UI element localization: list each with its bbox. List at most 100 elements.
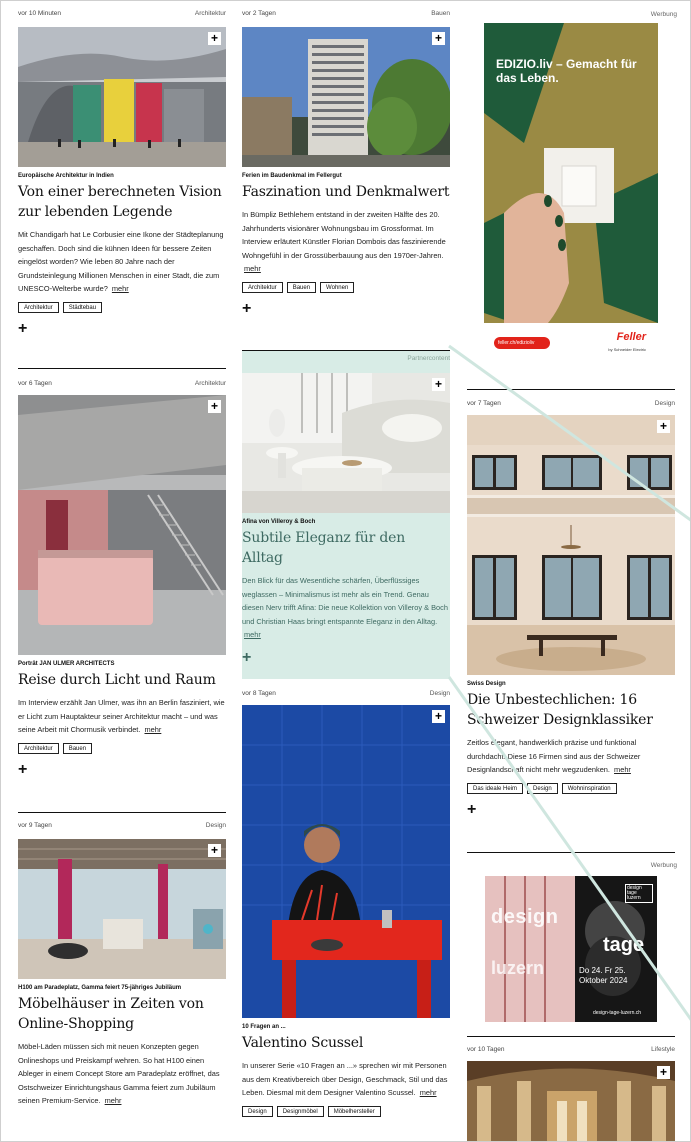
- article-card[interactable]: vor 8 Tagen Design + 10 Fragen an ... Va…: [242, 689, 450, 1117]
- portrait-designer-image: [242, 705, 450, 1018]
- article-category[interactable]: Architektur: [195, 379, 226, 389]
- article-category[interactable]: Lifestyle: [651, 1045, 675, 1055]
- article-image[interactable]: +: [467, 1061, 675, 1141]
- more-link[interactable]: mehr: [144, 725, 161, 734]
- design-word: design: [491, 906, 559, 928]
- article-image[interactable]: +: [467, 415, 675, 675]
- plus-icon[interactable]: +: [242, 649, 450, 666]
- more-link[interactable]: mehr: [244, 630, 261, 639]
- ad-label: Werbung: [650, 862, 677, 869]
- article-title[interactable]: Faszination und Denkmalwert: [242, 182, 450, 202]
- article-time: vor 2 Tagen: [242, 10, 276, 17]
- bookmark-plus-button[interactable]: +: [208, 32, 221, 45]
- bookmark-plus-button[interactable]: +: [657, 420, 670, 433]
- tag[interactable]: Architektur: [18, 742, 59, 754]
- article-kicker: 10 Fragen an ...: [242, 1024, 286, 1030]
- tag-list: Architektur Städtebau: [18, 301, 226, 313]
- design-dates: Do 24. Fr 25. Oktober 2024: [579, 966, 628, 985]
- tag[interactable]: Bauen: [62, 742, 93, 754]
- tag[interactable]: Städtebau: [62, 301, 103, 313]
- article-image[interactable]: +: [242, 27, 450, 167]
- article-title[interactable]: Von einer berechneten Vision zur lebende…: [18, 182, 226, 222]
- article-time: vor 9 Tagen: [18, 822, 52, 829]
- bookmark-plus-button[interactable]: +: [432, 32, 445, 45]
- tag[interactable]: Design: [527, 782, 558, 794]
- tag[interactable]: Architektur: [242, 281, 283, 293]
- article-image[interactable]: +: [18, 27, 226, 167]
- article-kicker: H100 am Paradeplatz, Gamma feiert 75-jäh…: [18, 985, 182, 991]
- tag[interactable]: Designmöbel: [276, 1105, 324, 1117]
- feller-sub: by Schneider Electric: [608, 347, 646, 352]
- teaser-text: Den Blick für das Wesentliche schärfen, …: [242, 576, 448, 626]
- bookmark-plus-button[interactable]: +: [432, 378, 445, 391]
- article-card[interactable]: vor 9 Tagen Design + H100 am Paradeplatz…: [18, 821, 226, 1108]
- plus-icon[interactable]: +: [18, 320, 226, 337]
- divider: [467, 389, 675, 390]
- highrise-building-image: [242, 27, 450, 167]
- article-category[interactable]: Design: [430, 689, 450, 699]
- bookmark-plus-button[interactable]: +: [208, 844, 221, 857]
- plus-icon[interactable]: +: [242, 300, 450, 317]
- divider: [18, 812, 226, 813]
- article-title[interactable]: Subtile Eleganz für den Alltag: [242, 528, 450, 568]
- more-link[interactable]: mehr: [105, 1096, 122, 1105]
- article-title[interactable]: Valentino Scussel: [242, 1033, 450, 1053]
- article-card[interactable]: vor 6 Tagen Architektur + Porträt JAN UL…: [18, 379, 226, 778]
- villa-interior-image: [467, 415, 675, 675]
- designtage-advertisement[interactable]: design tage luzern Do 24. Fr 25. Oktober…: [485, 876, 657, 1022]
- divider: [467, 1036, 675, 1037]
- partner-label: Partnercontent: [407, 355, 450, 362]
- tag[interactable]: Möbelhersteller: [327, 1105, 381, 1117]
- plus-icon[interactable]: +: [18, 761, 226, 778]
- more-link[interactable]: mehr: [244, 264, 261, 273]
- article-image[interactable]: +: [242, 373, 450, 513]
- article-teaser: In unserer Serie «10 Fragen an ...» spre…: [242, 1059, 450, 1100]
- more-link[interactable]: mehr: [420, 1088, 437, 1097]
- feller-url[interactable]: feller.ch/edizioliv: [498, 340, 534, 346]
- article-card[interactable]: vor 7 Tagen Design + Swiss Design Die Un…: [467, 399, 675, 818]
- tag[interactable]: Bauen: [286, 281, 317, 293]
- article-teaser: Im Interview erzählt Jan Ulmer, was ihn …: [18, 696, 226, 737]
- article-category[interactable]: Bauen: [431, 9, 450, 19]
- article-image[interactable]: +: [18, 395, 226, 655]
- article-title[interactable]: Möbelhäuser in Zeiten von Online-Shoppin…: [18, 994, 226, 1034]
- article-image[interactable]: +: [18, 839, 226, 979]
- article-image[interactable]: +: [242, 705, 450, 1018]
- bookmark-plus-button[interactable]: +: [657, 1066, 670, 1079]
- article-card[interactable]: vor 10 Minuten Architektur + Europäische…: [18, 9, 226, 337]
- tag[interactable]: Design: [242, 1105, 273, 1117]
- tag[interactable]: Architektur: [18, 301, 59, 313]
- bookmark-plus-button[interactable]: +: [432, 710, 445, 723]
- tag[interactable]: Das ideale Heim: [467, 782, 524, 794]
- more-link[interactable]: mehr: [614, 765, 631, 774]
- tag[interactable]: Wohnen: [320, 281, 355, 293]
- article-teaser: Möbel-Läden müssen sich mit neuen Konzep…: [18, 1040, 226, 1108]
- designtage-logo: design tage luzern: [625, 884, 653, 903]
- partner-content-card[interactable]: Partnercontent + Afina von Villeroy & Bo…: [242, 350, 450, 679]
- divider: [18, 368, 226, 369]
- feller-logo: Feller: [616, 331, 646, 343]
- article-card[interactable]: vor 2 Tagen Bauen + Ferien im Baudenkmal …: [242, 9, 450, 317]
- plus-icon[interactable]: +: [467, 801, 675, 818]
- article-category[interactable]: Design: [655, 399, 675, 409]
- article-teaser: In Bümpliz Bethlehem entstand in der zwe…: [242, 208, 450, 276]
- tag-list: Architektur Bauen Wohnen: [242, 281, 450, 293]
- bookmark-plus-button[interactable]: +: [208, 400, 221, 413]
- article-card[interactable]: vor 10 Tagen Lifestyle +: [467, 1045, 675, 1141]
- teaser-text: Im Interview erzählt Jan Ulmer, was ihn …: [18, 698, 225, 734]
- divider: [467, 852, 675, 853]
- article-title[interactable]: Die Unbestechlichen: 16 Schweizer Design…: [467, 690, 675, 730]
- article-category[interactable]: Architektur: [195, 9, 226, 19]
- design-url[interactable]: design-tage-luzern.ch: [593, 1010, 641, 1016]
- article-title[interactable]: Reise durch Licht und Raum: [18, 670, 226, 690]
- feller-advertisement[interactable]: EDIZIO.liv – Gemacht für das Leben. fell…: [484, 23, 658, 367]
- more-link[interactable]: mehr: [112, 284, 129, 293]
- teaser-text: In unserer Serie «10 Fragen an ...» spre…: [242, 1061, 448, 1097]
- article-kicker: Porträt JAN ULMER ARCHITECTS: [18, 661, 115, 667]
- article-category[interactable]: Design: [206, 821, 226, 831]
- hall-interior-image: [467, 1061, 675, 1141]
- tag-list: Design Designmöbel Möbelhersteller: [242, 1105, 450, 1117]
- tag[interactable]: Wohninspiration: [561, 782, 617, 794]
- article-teaser: Zeitlos elegant, handwerklich präzise un…: [467, 736, 675, 777]
- luzern-word: luzern: [491, 958, 545, 978]
